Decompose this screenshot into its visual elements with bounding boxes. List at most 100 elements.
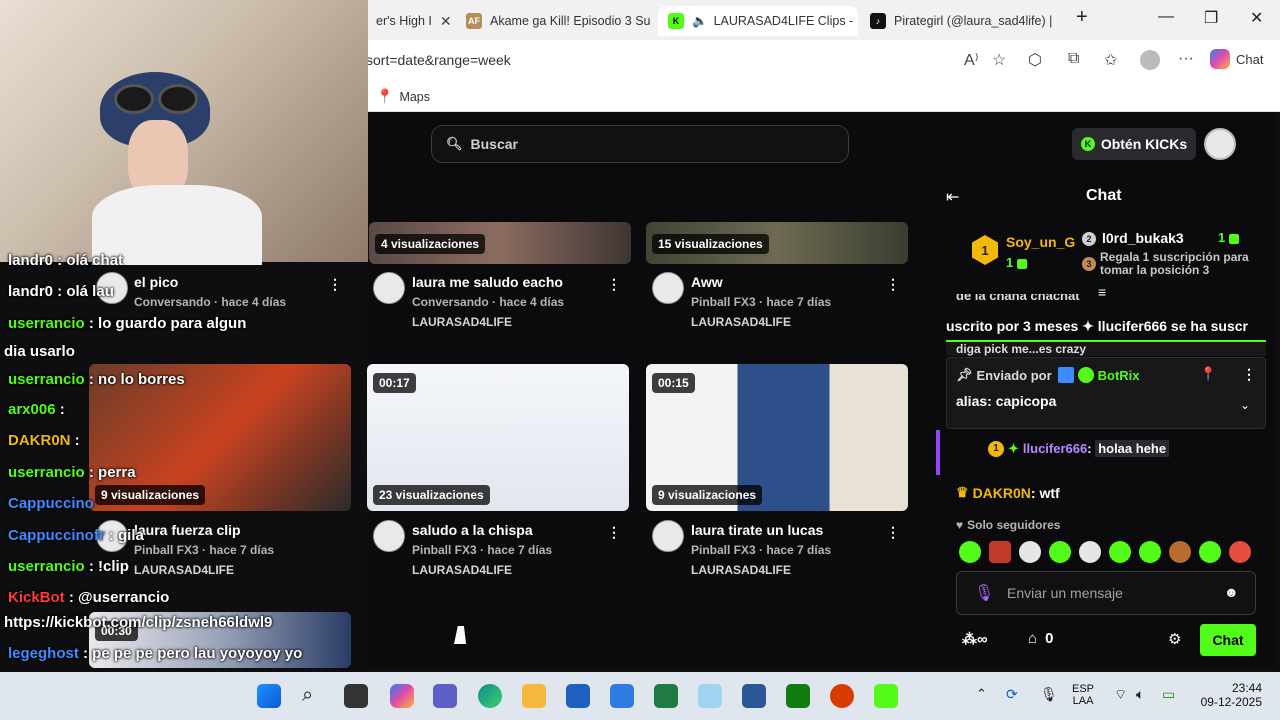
get-kicks-button[interactable]: K Obtén KICKs [1072,128,1196,160]
maximize-button[interactable]: ❐ [1204,8,1218,28]
close-icon[interactable]: ✕ [1060,13,1062,30]
clip-title[interactable]: saludo a la chispa [412,522,533,538]
favorite-maps[interactable]: 📍 Maps [376,88,430,105]
clip-title[interactable]: laura tirate un lucas [691,522,823,538]
emote-icon[interactable] [1079,541,1101,563]
word-icon[interactable] [742,684,766,708]
favorite-star-icon[interactable]: ☆ [992,50,1006,70]
chat-message-input[interactable]: Enviar un mensaje [956,571,1256,615]
emote-icon[interactable] [959,541,981,563]
tab-tiktok[interactable]: ♪ Pirategirl (@laura_sad4life) | ✕ [860,6,1062,36]
start-windows-icon[interactable] [257,684,281,708]
extensions-icon[interactable]: ⬡ [1028,50,1042,70]
close-icon[interactable]: ✕ [440,13,450,30]
sub-badge-icon: 1 [988,440,1004,457]
tab-akame[interactable]: AF Akame ga Kill! Episodio 3 Su [456,6,656,36]
emote-icon[interactable] [1229,541,1251,563]
pinned-options-icon[interactable]: ⋮ [1242,366,1256,383]
read-aloud-icon[interactable]: A⁾ [964,50,979,70]
microphone-icon[interactable]: 🎙︎ [974,583,994,603]
profile-avatar[interactable] [1140,50,1160,70]
address-bar-url[interactable]: sort=date&range=week [366,52,511,68]
overlay-chat-text: : @userrancio [64,589,170,606]
copilot-button[interactable]: Chat [1210,49,1263,69]
clip-channel[interactable]: LAURASAD4LIFE [412,315,512,329]
photos-icon[interactable] [698,684,722,708]
mail-icon[interactable] [610,684,634,708]
speaker-icon[interactable]: 🔈 [692,14,708,29]
clip-title[interactable]: laura me saludo eacho [412,274,563,290]
favorites-icon[interactable]: ✩ [1104,50,1117,70]
language-indicator[interactable]: ESP LAA [1072,683,1094,707]
clip-thumbnail[interactable]: 15 visualizaciones [646,222,908,264]
leaderboard-first[interactable]: 1 [972,235,998,265]
leaderboard-toggle-icon[interactable]: ≡ [1098,284,1106,300]
xbox-icon[interactable] [786,684,810,708]
clip-title[interactable]: laura fuerza clip [134,522,241,538]
clip-options-icon[interactable]: ⋮ [328,276,342,293]
chat-message[interactable]: 1 ✦ llucifer666 : holaa hehe [988,440,1170,457]
points-icon[interactable]: ⁂∞ [962,630,988,648]
system-clock[interactable]: 23:44 09-12-2025 [1200,681,1262,709]
clip-options-icon[interactable]: ⋮ [607,524,621,541]
excel-icon[interactable] [654,684,678,708]
task-view-icon[interactable] [344,684,368,708]
battery-icon[interactable]: ▭ [1162,686,1175,703]
wifi-icon[interactable]: ⌔ [1114,686,1127,704]
sync-icon[interactable]: ⟳ [1006,686,1018,703]
channel-avatar[interactable] [652,272,684,304]
emote-icon[interactable] [1049,541,1071,563]
settings-gear-icon[interactable]: ⚙ [1168,630,1181,648]
new-tab-button[interactable]: + [1076,6,1088,29]
chevron-up-icon[interactable]: ⌃ [976,686,987,702]
clip-channel[interactable]: LAURASAD4LIFE [691,563,791,577]
more-menu-icon[interactable]: ··· [1178,50,1194,68]
clip-title[interactable]: Aww [691,274,723,290]
search-input[interactable]: 🔍︎ Buscar [431,125,849,163]
clip-options-icon[interactable]: ⋮ [607,276,621,293]
store-button[interactable]: ⌂ 0 [1028,630,1053,647]
emote-icon[interactable] [1169,541,1191,563]
unpin-icon[interactable]: 📍 [1200,366,1216,382]
chat-username[interactable]: DAKR0N [973,485,1031,501]
clip-channel[interactable]: LAURASAD4LIFE [412,563,512,577]
microphone-icon[interactable]: 🎙︎ [1040,686,1058,703]
clip-thumbnail[interactable]: 00:17 23 visualizaciones [367,364,629,511]
search-icon[interactable]: ⌕ [302,684,326,708]
clip-title[interactable]: el pico [134,274,178,290]
copilot-icon[interactable] [390,684,414,708]
clip-options-icon[interactable]: ⋮ [886,524,900,541]
channel-avatar[interactable] [652,520,684,552]
emoji-icon[interactable]: ☻ [1224,584,1239,600]
teams-icon[interactable] [433,684,457,708]
minimize-button[interactable]: — [1158,8,1174,26]
close-window-button[interactable]: ✕ [1250,8,1263,28]
tab-kick-clips[interactable]: K 🔈 LAURASAD4LIFE Clips - ✕ [658,6,858,36]
user-avatar[interactable] [1204,128,1236,160]
send-chat-button[interactable]: Chat [1200,624,1256,656]
volume-icon[interactable]: 🔈︎ [1136,686,1144,703]
emote-icon[interactable] [989,541,1011,563]
chat-message[interactable]: ♛ DAKR0N : wtf [956,484,1060,501]
split-screen-icon[interactable]: ⧉ [1068,50,1079,68]
emote-icon[interactable] [1019,541,1041,563]
kick-app-icon[interactable] [874,684,898,708]
emote-icon[interactable] [1199,541,1221,563]
clip-channel[interactable]: LAURASAD4LIFE [691,315,791,329]
channel-avatar[interactable] [373,520,405,552]
file-explorer-icon[interactable] [522,684,546,708]
clip-thumbnail[interactable]: 4 visualizaciones [369,222,631,264]
emote-icon[interactable] [1139,541,1161,563]
channel-avatar[interactable] [373,272,405,304]
chat-username[interactable]: llucifer666 [1023,441,1087,456]
chevron-down-icon[interactable]: ⌄ [1240,398,1250,412]
clip-thumbnail[interactable]: 00:15 9 visualizaciones [646,364,908,511]
store-icon[interactable] [566,684,590,708]
powerpoint-icon[interactable] [830,684,854,708]
clip-channel[interactable]: LAURASAD4LIFE [134,563,234,577]
clip-options-icon[interactable]: ⋮ [886,276,900,293]
emote-icon[interactable] [1109,541,1131,563]
tab-pinned[interactable]: er's High I ✕ [366,6,450,36]
collapse-chat-icon[interactable]: ⇤ [946,187,959,207]
edge-browser-icon[interactable] [478,684,502,708]
